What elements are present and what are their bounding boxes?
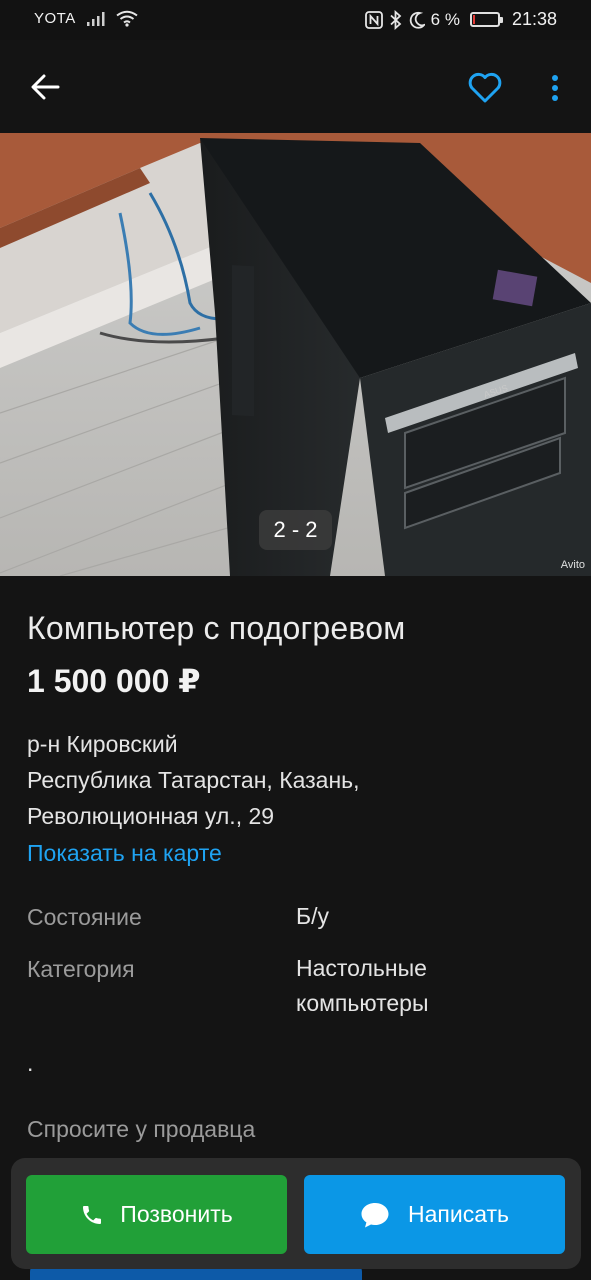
param-value-category: Настольные компьютеры [296, 955, 429, 1016]
listing-description: . [27, 1050, 34, 1076]
address-region-city: Республика Татарстан, Казань, [27, 767, 360, 793]
message-button[interactable]: Написать [304, 1175, 565, 1254]
listing-price: 1 500 000 ₽ [27, 663, 201, 699]
show-on-map-link[interactable]: Показать на карте [27, 840, 222, 867]
clock: 21:38 [511, 9, 557, 29]
address-district: р-н Кировский [27, 731, 178, 757]
battery-level-fill [472, 15, 475, 24]
ask-seller-heading: Спросите у продавца [27, 1116, 256, 1142]
battery-percent: 6 % [430, 9, 460, 29]
heart-outline-icon [468, 72, 502, 103]
carrier-name: YOTA [34, 10, 76, 27]
param-label-category: Категория [27, 956, 135, 982]
arrow-left-icon [31, 74, 60, 100]
signal-icon [86, 11, 105, 26]
nfc-icon [364, 10, 383, 29]
phone-icon [83, 1205, 102, 1224]
wifi-icon [116, 10, 138, 27]
bluetooth-icon [390, 9, 401, 30]
param-value-condition: Б/у [296, 903, 329, 929]
back-button[interactable] [24, 66, 66, 108]
status-left: YOTA [34, 10, 138, 27]
call-button-label: Позвонить [120, 1201, 233, 1227]
app-bar [0, 40, 591, 133]
more-menu-button[interactable] [538, 66, 572, 110]
chat-bubble-icon [361, 1202, 389, 1227]
call-button[interactable]: Позвонить [26, 1175, 287, 1254]
watermark-logo: Avito [560, 559, 585, 571]
favorite-button[interactable] [462, 66, 508, 110]
status-right: 6 % 21:38 [364, 9, 557, 30]
more-vertical-icon [552, 75, 558, 101]
message-button-label: Написать [407, 1201, 509, 1227]
status-bar: YOTA 6 % 21:38 [0, 0, 591, 40]
photo-gallery[interactable]: ASUS 2 - 2 Avito [0, 133, 591, 576]
param-label-condition: Состояние [27, 904, 142, 930]
listing-title: Компьютер с подогревом [27, 610, 406, 646]
listing-address: р-н Кировский Республика Татарстан, Каза… [27, 726, 360, 834]
photo-counter: 2 - 2 [259, 510, 332, 550]
moon-icon [409, 11, 425, 29]
battery-icon [469, 12, 503, 27]
address-street: Революционная ул., 29 [27, 803, 275, 829]
